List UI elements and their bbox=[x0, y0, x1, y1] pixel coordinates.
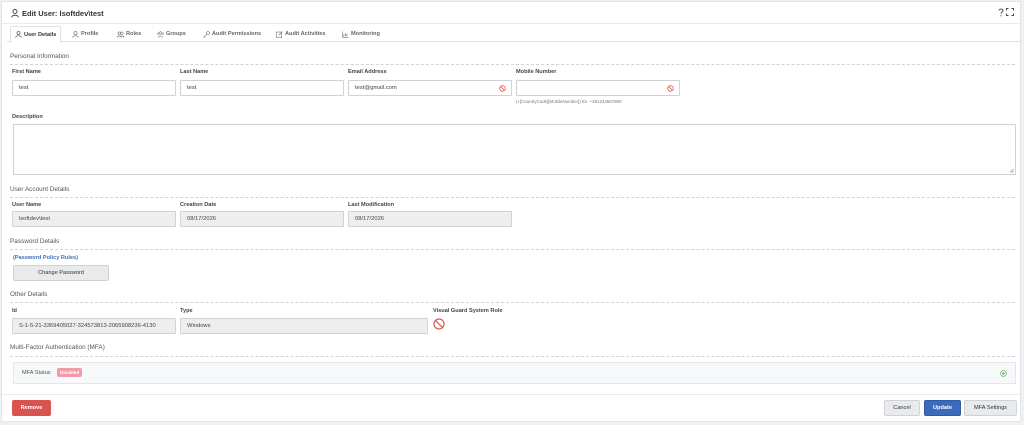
ban-icon bbox=[667, 85, 674, 92]
user-name-value: lsoftdev\test bbox=[19, 216, 50, 222]
last-modification-value: 08/17/2026 bbox=[355, 216, 385, 222]
section-title-other: Other Details bbox=[10, 291, 48, 298]
mobile-input[interactable] bbox=[516, 80, 680, 96]
window-titlebar: Edit User: lsoftdev\test bbox=[2, 2, 1020, 24]
mobile-hint: (+[CountryCode][MobileNumber]) Ex. +3512… bbox=[516, 99, 622, 104]
mfa-status-label: MFA Status bbox=[22, 370, 51, 376]
system-role-label: Visual Guard System Role bbox=[433, 308, 503, 314]
groups-icon bbox=[157, 30, 164, 38]
email-input[interactable]: test@gmail.com bbox=[348, 80, 512, 96]
tab-label: Audit Permissions bbox=[212, 31, 262, 37]
user-name-label: User Name bbox=[12, 202, 42, 208]
tab-audit-activities[interactable]: Audit Activities bbox=[276, 26, 326, 42]
footer-divider bbox=[2, 394, 1020, 395]
password-policy-link[interactable]: (Password Policy Rules) bbox=[13, 255, 78, 261]
email-value: test@gmail.com bbox=[355, 85, 397, 91]
edit-icon bbox=[276, 30, 283, 38]
last-modification-label: Last Modification bbox=[348, 202, 394, 208]
creation-date-label: Creation Date bbox=[180, 202, 217, 208]
id-input: S-1-5-21-3369405027-324573813-2065908236… bbox=[12, 318, 176, 334]
change-password-button[interactable]: Change Password bbox=[13, 265, 109, 281]
tab-groups[interactable]: Groups bbox=[157, 26, 186, 42]
help-icon[interactable] bbox=[998, 8, 1004, 17]
add-circle-icon[interactable] bbox=[1000, 370, 1007, 377]
type-value: Windows bbox=[187, 323, 211, 329]
divider bbox=[10, 249, 1015, 250]
email-label: Email Address bbox=[348, 69, 387, 75]
id-label: Id bbox=[12, 308, 17, 314]
section-title-mfa: Multi-Factor Authentication (MFA) bbox=[10, 344, 105, 351]
user-name-input: lsoftdev\test bbox=[12, 211, 176, 227]
users-icon bbox=[117, 31, 124, 38]
divider bbox=[10, 302, 1015, 303]
section-title-account: User Account Details bbox=[10, 186, 70, 193]
creation-date-input: 08/17/2026 bbox=[180, 211, 344, 227]
divider bbox=[10, 64, 1015, 65]
remove-button[interactable]: Remove bbox=[12, 400, 51, 416]
divider bbox=[10, 197, 1015, 198]
id-value: S-1-5-21-3369405027-324573813-2065908236… bbox=[19, 323, 156, 329]
tab-label: User Details bbox=[24, 31, 57, 38]
last-modification-input: 08/17/2026 bbox=[348, 211, 512, 227]
mobile-label: Mobile Number bbox=[516, 69, 557, 75]
tab-monitoring[interactable]: Monitoring bbox=[342, 26, 380, 42]
last-name-label: Last Name bbox=[180, 69, 209, 75]
tab-user-details[interactable]: User Details bbox=[10, 26, 62, 43]
first-name-label: First Name bbox=[12, 69, 41, 75]
ban-icon bbox=[499, 85, 506, 92]
user-icon bbox=[11, 9, 19, 18]
tab-roles[interactable]: Roles bbox=[117, 26, 141, 42]
tab-label: Monitoring bbox=[351, 31, 380, 37]
cancel-button[interactable]: Cancel bbox=[884, 400, 920, 416]
last-name-value: test bbox=[187, 85, 197, 91]
expand-icon[interactable] bbox=[1006, 8, 1014, 16]
creation-date-value: 08/17/2026 bbox=[187, 216, 217, 222]
tab-profile[interactable]: Profile bbox=[72, 26, 98, 42]
description-label: Description bbox=[12, 114, 43, 120]
type-input: Windows bbox=[180, 318, 428, 334]
status-badge: Disabled bbox=[57, 368, 83, 377]
user-icon bbox=[72, 30, 79, 38]
update-button[interactable]: Update bbox=[924, 400, 961, 416]
section-title-personal: Personal Information bbox=[10, 53, 69, 60]
mfa-panel: MFA Status Disabled bbox=[13, 362, 1016, 384]
section-title-password: Password Details bbox=[10, 238, 60, 245]
tab-bar: User Details Profile Roles Groups Audit … bbox=[7, 26, 1020, 43]
mfa-settings-button[interactable]: MFA Settings bbox=[964, 400, 1017, 416]
divider bbox=[10, 356, 1015, 357]
chart-icon bbox=[342, 31, 349, 38]
key-icon bbox=[203, 30, 210, 38]
tab-label: Groups bbox=[166, 31, 186, 37]
user-icon bbox=[15, 31, 22, 38]
window-title: Edit User: lsoftdev\test bbox=[22, 9, 104, 18]
edit-user-panel: Edit User: lsoftdev\test User Details Pr… bbox=[1, 1, 1021, 422]
ban-icon bbox=[433, 318, 445, 330]
resize-grip-icon[interactable] bbox=[1009, 168, 1014, 173]
tab-label: Roles bbox=[126, 31, 142, 37]
last-name-input[interactable]: test bbox=[180, 80, 344, 96]
tab-label: Audit Activities bbox=[285, 31, 326, 37]
first-name-input[interactable]: test bbox=[12, 80, 176, 96]
type-label: Type bbox=[180, 308, 193, 314]
tab-label: Profile bbox=[81, 31, 99, 37]
first-name-value: test bbox=[19, 85, 29, 91]
tab-audit-permissions[interactable]: Audit Permissions bbox=[203, 26, 261, 42]
description-textarea[interactable] bbox=[13, 124, 1016, 175]
